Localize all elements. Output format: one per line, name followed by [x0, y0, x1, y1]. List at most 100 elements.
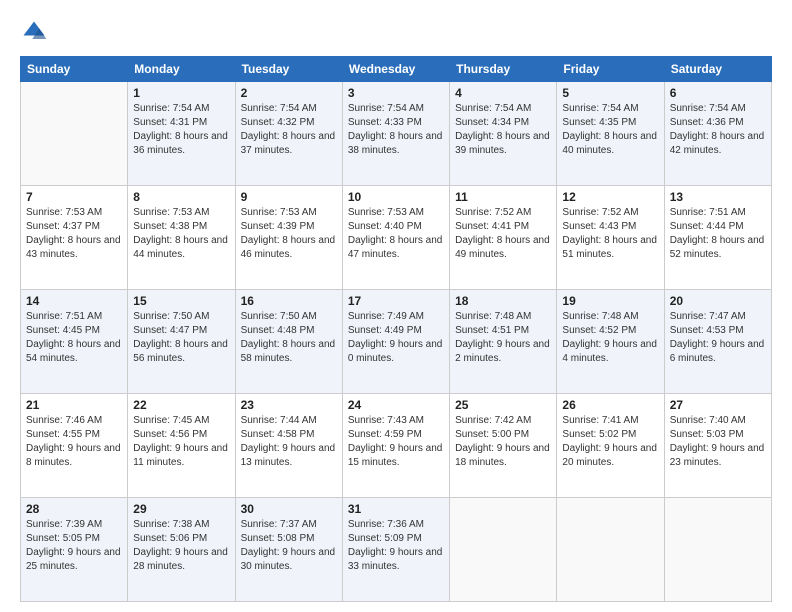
day-number: 24	[348, 398, 444, 412]
day-info: Sunrise: 7:54 AMSunset: 4:35 PMDaylight:…	[562, 102, 658, 158]
logo	[20, 18, 52, 46]
calendar-cell: 26 Sunrise: 7:41 AMSunset: 5:02 PMDayligh…	[557, 394, 664, 498]
calendar-week-row: 7 Sunrise: 7:53 AMSunset: 4:37 PMDaylight…	[21, 186, 772, 290]
calendar-cell: 18Sunrise: 7:48 AMSunset: 4:51 PMDayligh…	[450, 290, 557, 394]
calendar-cell: 5 Sunrise: 7:54 AMSunset: 4:35 PMDaylight…	[557, 82, 664, 186]
day-info: Sunrise: 7:52 AMSunset: 4:41 PMDaylight:…	[455, 206, 551, 262]
calendar-cell: 20Sunrise: 7:47 AMSunset: 4:53 PMDayligh…	[664, 290, 771, 394]
calendar-cell: 28 Sunrise: 7:39 AMSunset: 5:05 PMDayligh…	[21, 498, 128, 602]
day-number: 3	[348, 86, 444, 100]
day-of-week-header: Friday	[557, 57, 664, 82]
day-number: 26	[562, 398, 658, 412]
day-number: 21	[26, 398, 122, 412]
calendar-cell: 11 Sunrise: 7:52 AMSunset: 4:41 PMDayligh…	[450, 186, 557, 290]
calendar-cell: 1Sunrise: 7:54 AMSunset: 4:31 PMDaylight…	[128, 82, 235, 186]
day-number: 22	[133, 398, 229, 412]
day-number: 4	[455, 86, 551, 100]
day-info: Sunrise: 7:47 AMSunset: 4:53 PMDaylight:…	[670, 310, 766, 366]
calendar-cell: 9 Sunrise: 7:53 AMSunset: 4:39 PMDaylight…	[235, 186, 342, 290]
day-number: 29	[133, 502, 229, 516]
calendar-cell	[21, 82, 128, 186]
calendar-cell: 14 Sunrise: 7:51 AMSunset: 4:45 PMDayligh…	[21, 290, 128, 394]
calendar-cell	[664, 498, 771, 602]
day-info: Sunrise: 7:36 AMSunset: 5:09 PMDaylight:…	[348, 518, 444, 574]
day-info: Sunrise: 7:52 AMSunset: 4:43 PMDaylight:…	[562, 206, 658, 262]
day-number: 23	[241, 398, 337, 412]
calendar-week-row: 1Sunrise: 7:54 AMSunset: 4:31 PMDaylight…	[21, 82, 772, 186]
calendar-cell	[557, 498, 664, 602]
calendar-cell: 17 Sunrise: 7:49 AMSunset: 4:49 PMDayligh…	[342, 290, 449, 394]
calendar-body: 1Sunrise: 7:54 AMSunset: 4:31 PMDaylight…	[21, 82, 772, 602]
day-number: 17	[348, 294, 444, 308]
calendar-week-row: 14 Sunrise: 7:51 AMSunset: 4:45 PMDayligh…	[21, 290, 772, 394]
day-info: Sunrise: 7:54 AMSunset: 4:36 PMDaylight:…	[670, 102, 766, 158]
day-of-week-header: Monday	[128, 57, 235, 82]
day-of-week-header: Wednesday	[342, 57, 449, 82]
day-number: 30	[241, 502, 337, 516]
day-number: 1	[133, 86, 229, 100]
day-number: 2	[241, 86, 337, 100]
day-number: 5	[562, 86, 658, 100]
day-number: 9	[241, 190, 337, 204]
calendar-cell: 22Sunrise: 7:45 AMSunset: 4:56 PMDayligh…	[128, 394, 235, 498]
day-info: Sunrise: 7:53 AMSunset: 4:39 PMDaylight:…	[241, 206, 337, 262]
day-of-week-header: Sunday	[21, 57, 128, 82]
day-info: Sunrise: 7:53 AMSunset: 4:38 PMDaylight:…	[133, 206, 229, 262]
calendar: SundayMondayTuesdayWednesdayThursdayFrid…	[20, 56, 772, 602]
calendar-cell: 23 Sunrise: 7:44 AMSunset: 4:58 PMDayligh…	[235, 394, 342, 498]
calendar-cell: 10 Sunrise: 7:53 AMSunset: 4:40 PMDayligh…	[342, 186, 449, 290]
calendar-cell: 31 Sunrise: 7:36 AMSunset: 5:09 PMDayligh…	[342, 498, 449, 602]
calendar-cell: 16Sunrise: 7:50 AMSunset: 4:48 PMDayligh…	[235, 290, 342, 394]
day-number: 28	[26, 502, 122, 516]
day-number: 15	[133, 294, 229, 308]
day-info: Sunrise: 7:51 AMSunset: 4:45 PMDaylight:…	[26, 310, 122, 366]
day-number: 8	[133, 190, 229, 204]
calendar-cell: 27Sunrise: 7:40 AMSunset: 5:03 PMDayligh…	[664, 394, 771, 498]
day-number: 27	[670, 398, 766, 412]
calendar-cell: 25 Sunrise: 7:42 AMSunset: 5:00 PMDayligh…	[450, 394, 557, 498]
day-info: Sunrise: 7:49 AMSunset: 4:49 PMDaylight:…	[348, 310, 444, 366]
day-info: Sunrise: 7:46 AMSunset: 4:55 PMDaylight:…	[26, 414, 122, 470]
logo-icon	[20, 18, 48, 46]
day-info: Sunrise: 7:43 AMSunset: 4:59 PMDaylight:…	[348, 414, 444, 470]
day-info: Sunrise: 7:42 AMSunset: 5:00 PMDaylight:…	[455, 414, 551, 470]
day-info: Sunrise: 7:38 AMSunset: 5:06 PMDaylight:…	[133, 518, 229, 574]
day-info: Sunrise: 7:54 AMSunset: 4:34 PMDaylight:…	[455, 102, 551, 158]
calendar-cell: 2 Sunrise: 7:54 AMSunset: 4:32 PMDaylight…	[235, 82, 342, 186]
day-number: 12	[562, 190, 658, 204]
day-number: 10	[348, 190, 444, 204]
day-info: Sunrise: 7:53 AMSunset: 4:40 PMDaylight:…	[348, 206, 444, 262]
day-number: 7	[26, 190, 122, 204]
day-number: 11	[455, 190, 551, 204]
calendar-header: SundayMondayTuesdayWednesdayThursdayFrid…	[21, 57, 772, 82]
day-info: Sunrise: 7:44 AMSunset: 4:58 PMDaylight:…	[241, 414, 337, 470]
day-info: Sunrise: 7:54 AMSunset: 4:33 PMDaylight:…	[348, 102, 444, 158]
day-info: Sunrise: 7:53 AMSunset: 4:37 PMDaylight:…	[26, 206, 122, 262]
calendar-cell: 21 Sunrise: 7:46 AMSunset: 4:55 PMDayligh…	[21, 394, 128, 498]
day-info: Sunrise: 7:39 AMSunset: 5:05 PMDaylight:…	[26, 518, 122, 574]
day-of-week-header: Tuesday	[235, 57, 342, 82]
header	[20, 18, 772, 46]
calendar-cell: 7 Sunrise: 7:53 AMSunset: 4:37 PMDaylight…	[21, 186, 128, 290]
calendar-cell: 30 Sunrise: 7:37 AMSunset: 5:08 PMDayligh…	[235, 498, 342, 602]
day-info: Sunrise: 7:41 AMSunset: 5:02 PMDaylight:…	[562, 414, 658, 470]
day-info: Sunrise: 7:54 AMSunset: 4:32 PMDaylight:…	[241, 102, 337, 158]
day-number: 31	[348, 502, 444, 516]
calendar-cell: 15Sunrise: 7:50 AMSunset: 4:47 PMDayligh…	[128, 290, 235, 394]
day-info: Sunrise: 7:48 AMSunset: 4:51 PMDaylight:…	[455, 310, 551, 366]
day-of-week-header: Thursday	[450, 57, 557, 82]
calendar-cell: 8 Sunrise: 7:53 AMSunset: 4:38 PMDaylight…	[128, 186, 235, 290]
day-info: Sunrise: 7:37 AMSunset: 5:08 PMDaylight:…	[241, 518, 337, 574]
calendar-cell: 6 Sunrise: 7:54 AMSunset: 4:36 PMDaylight…	[664, 82, 771, 186]
day-info: Sunrise: 7:51 AMSunset: 4:44 PMDaylight:…	[670, 206, 766, 262]
day-number: 25	[455, 398, 551, 412]
day-number: 6	[670, 86, 766, 100]
day-number: 14	[26, 294, 122, 308]
calendar-cell: 3 Sunrise: 7:54 AMSunset: 4:33 PMDaylight…	[342, 82, 449, 186]
calendar-cell: 19 Sunrise: 7:48 AMSunset: 4:52 PMDayligh…	[557, 290, 664, 394]
day-number: 19	[562, 294, 658, 308]
calendar-cell: 12 Sunrise: 7:52 AMSunset: 4:43 PMDayligh…	[557, 186, 664, 290]
page: SundayMondayTuesdayWednesdayThursdayFrid…	[0, 0, 792, 612]
calendar-cell: 24 Sunrise: 7:43 AMSunset: 4:59 PMDayligh…	[342, 394, 449, 498]
day-info: Sunrise: 7:48 AMSunset: 4:52 PMDaylight:…	[562, 310, 658, 366]
